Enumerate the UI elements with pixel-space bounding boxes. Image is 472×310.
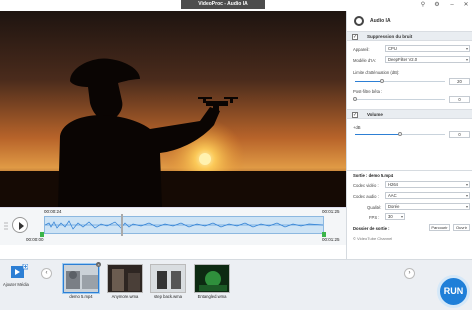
postfilter-label: Post-filtre bêta : <box>353 89 383 94</box>
media-thumbnail-1[interactable] <box>63 264 99 293</box>
gear-icon <box>354 16 364 26</box>
audio-track[interactable] <box>44 216 324 234</box>
media-name-4: Entangled.wma <box>197 294 227 299</box>
media-name-3: step back.wma <box>154 294 182 299</box>
fps-select[interactable]: 30 <box>385 213 405 220</box>
postfilter-slider-knob[interactable] <box>353 97 357 101</box>
limit-slider-knob[interactable] <box>380 79 384 83</box>
end-time: 00:01:25 <box>322 209 340 214</box>
thumbnail-preview <box>108 265 142 292</box>
media-thumbnail-4[interactable] <box>194 264 230 293</box>
model-select[interactable]: DeepFilter V2.0 <box>385 56 470 63</box>
scroll-left-button[interactable]: ‹ <box>41 268 52 279</box>
open-folder-button[interactable]: Ouvrir <box>453 224 470 231</box>
noise-suppression-checkbox[interactable]: ✓ <box>352 34 358 40</box>
video-codec-label: Codec vidéo : <box>353 183 379 188</box>
media-thumbnail-2[interactable] <box>107 264 143 293</box>
volume-slider[interactable] <box>355 132 445 136</box>
remove-media-button[interactable]: × <box>96 262 101 267</box>
panel-header: Audio IA <box>347 11 472 31</box>
media-name-2: Anymore.wma <box>111 294 139 299</box>
quality-select[interactable]: Dorée <box>385 203 470 210</box>
model-label: Modèle d'IA: <box>353 58 377 63</box>
title-bar: VideoProc - Audio IA ⚲ ⚙ – ✕ <box>0 0 472 11</box>
play-button[interactable] <box>12 217 28 233</box>
channel-link[interactable]: © VideoTube Channel <box>353 236 392 241</box>
noise-suppression-section[interactable]: ✓ Suppression du bruit <box>347 31 472 41</box>
settings-panel: Audio IA ✓ Suppression du bruit Appareil… <box>346 11 472 259</box>
video-codec-select[interactable]: H264 <box>385 181 470 188</box>
volume-value-input[interactable]: 0 <box>449 131 470 138</box>
limit-value-input[interactable]: 20 <box>449 78 470 85</box>
video-preview[interactable] <box>0 11 346 207</box>
window-title: VideoProc - Audio IA <box>181 0 265 9</box>
video-frame <box>0 11 346 207</box>
browse-button[interactable]: Parcourir <box>429 224 450 231</box>
limit-slider-fill <box>355 81 382 82</box>
limit-slider[interactable] <box>355 79 445 83</box>
audio-codec-label: Codec audio : <box>353 194 379 199</box>
noise-suppression-label: Suppression du bruit <box>367 34 413 39</box>
media-thumbnail-3[interactable] <box>150 264 186 293</box>
panel-title: Audio IA <box>370 18 391 24</box>
scroll-right-button[interactable]: › <box>404 268 415 279</box>
output-divider <box>347 170 472 171</box>
run-button[interactable]: RUN <box>437 275 470 308</box>
drag-dots-icon[interactable] <box>4 222 8 230</box>
thumbnail-preview <box>195 265 229 292</box>
postfilter-value-input[interactable]: 0 <box>449 96 470 103</box>
start-time: 00:00:00 <box>26 237 44 242</box>
fps-label: FPS : <box>369 215 380 220</box>
volume-label: Volume <box>367 112 383 117</box>
device-label: Appareil: <box>353 47 370 52</box>
audio-codec-select[interactable]: AAC <box>385 192 470 199</box>
current-time: 00:00:24 <box>44 209 62 214</box>
close-button[interactable]: ✕ <box>462 1 470 9</box>
postfilter-slider[interactable] <box>353 97 445 101</box>
minimize-button[interactable]: – <box>448 1 456 9</box>
playhead[interactable] <box>121 214 123 236</box>
volume-db-label: +dB <box>353 125 361 130</box>
thumbnail-preview <box>64 265 98 292</box>
output-folder-label: Dossier de sortie : <box>353 226 390 231</box>
waveform <box>45 220 323 230</box>
media-bar: Ajouter Média ‹ × demo 5.mp4 Anymore.wma… <box>0 259 472 310</box>
quality-label: Qualité: <box>367 205 382 210</box>
volume-section[interactable]: ✓ Volume <box>347 109 472 119</box>
add-media-icon[interactable] <box>10 264 28 280</box>
pin-icon[interactable]: ⚲ <box>419 1 427 9</box>
media-name-1: demo 5.mp4 <box>69 294 93 299</box>
settings-icon[interactable]: ⚙ <box>433 1 441 9</box>
output-label: Sortie : demo 5.mp4 <box>353 173 394 178</box>
end-time-bottom: 00:01:25 <box>322 237 340 242</box>
limit-label: Limite d'atténuation (dB): <box>353 70 400 75</box>
thumbnail-preview <box>151 265 185 292</box>
volume-checkbox[interactable]: ✓ <box>352 112 358 118</box>
add-media-label[interactable]: Ajouter Média <box>3 282 29 287</box>
volume-slider-fill <box>355 134 400 135</box>
volume-slider-knob[interactable] <box>398 132 402 136</box>
device-select[interactable]: CPU <box>385 45 470 52</box>
